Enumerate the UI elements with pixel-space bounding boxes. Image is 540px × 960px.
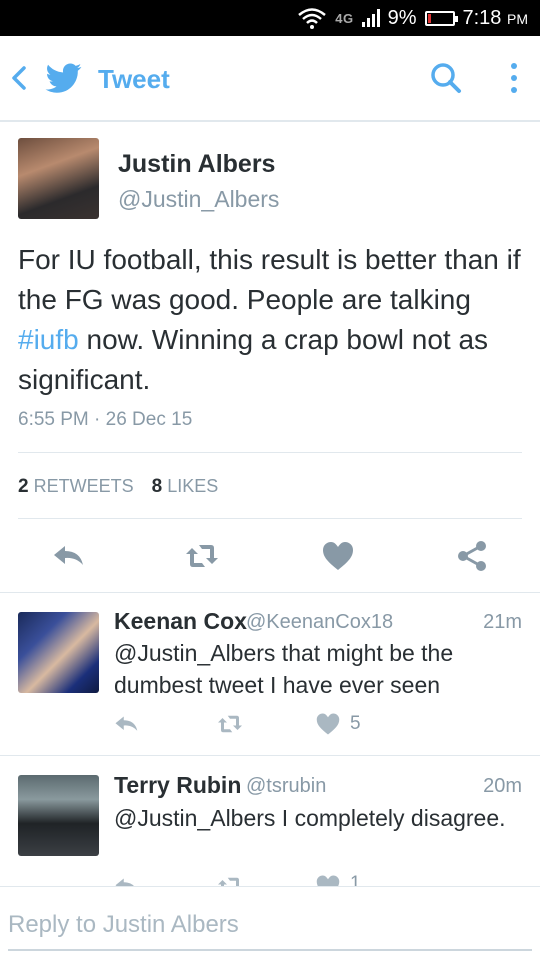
reply-avatar[interactable] <box>18 612 99 693</box>
tweet-timestamp: 6:55 PM · 26 Dec 15 <box>18 409 193 430</box>
like-icon[interactable] <box>314 712 342 736</box>
retweets-stat[interactable]: 2 RETWEETS <box>18 476 134 498</box>
retweet-icon[interactable] <box>216 712 244 736</box>
tweet-stats: 2 RETWEETS 8 LIKES <box>18 476 218 498</box>
clock: 7:18 PM <box>462 6 529 29</box>
reply-avatar[interactable] <box>18 775 99 856</box>
hashtag-link[interactable]: #iufb <box>18 324 79 355</box>
retweet-icon[interactable] <box>184 540 220 572</box>
network-type: 4G <box>335 10 354 26</box>
reply-icon[interactable] <box>112 712 140 736</box>
page-title: Tweet <box>98 64 170 94</box>
reply-icon[interactable] <box>50 540 86 572</box>
reply-time: 20m <box>483 775 522 797</box>
reply-input[interactable]: Reply to Justin Albers <box>8 903 532 951</box>
back-arrow-icon[interactable] <box>6 60 34 96</box>
like-count: 5 <box>350 713 361 734</box>
reply-author-handle[interactable]: @tsrubin <box>246 775 326 798</box>
reply-text: @Justin_Albers that might be the dumbest… <box>114 640 454 698</box>
reply-author-name[interactable]: Terry Rubin <box>114 772 241 799</box>
tweet-actions <box>0 532 540 580</box>
status-bar: 4G 9% 7:18 PM <box>0 0 540 36</box>
reply-author-handle[interactable]: @KeenanCox18 <box>246 611 393 634</box>
reply-composer: Reply to Justin Albers <box>0 886 540 960</box>
battery-percent: 9% <box>387 6 417 29</box>
reply-text: @Justin_Albers I completely disagree. <box>114 805 506 831</box>
divider <box>18 452 522 453</box>
more-vert-icon[interactable] <box>500 60 528 96</box>
divider <box>0 755 540 756</box>
battery-icon <box>424 10 458 26</box>
divider <box>18 518 522 519</box>
reply-author-name[interactable]: Keenan Cox <box>114 608 247 635</box>
wifi-icon <box>298 8 327 29</box>
app-bar: Tweet <box>0 36 540 122</box>
status-bar-right: 4G 9% 7:18 PM <box>297 0 528 36</box>
author-handle[interactable]: @Justin_Albers <box>118 186 279 213</box>
like-icon[interactable] <box>320 540 356 572</box>
signal-icon <box>361 9 380 27</box>
author-name[interactable]: Justin Albers <box>118 150 275 179</box>
search-icon[interactable] <box>428 60 464 96</box>
share-icon[interactable] <box>454 540 490 572</box>
tweet-text: For IU football, this result is better t… <box>18 244 521 395</box>
likes-stat[interactable]: 8 LIKES <box>152 476 219 498</box>
divider <box>0 592 540 593</box>
reply-time: 21m <box>483 611 522 633</box>
twitter-bird-icon <box>45 63 82 93</box>
avatar[interactable] <box>18 138 99 219</box>
